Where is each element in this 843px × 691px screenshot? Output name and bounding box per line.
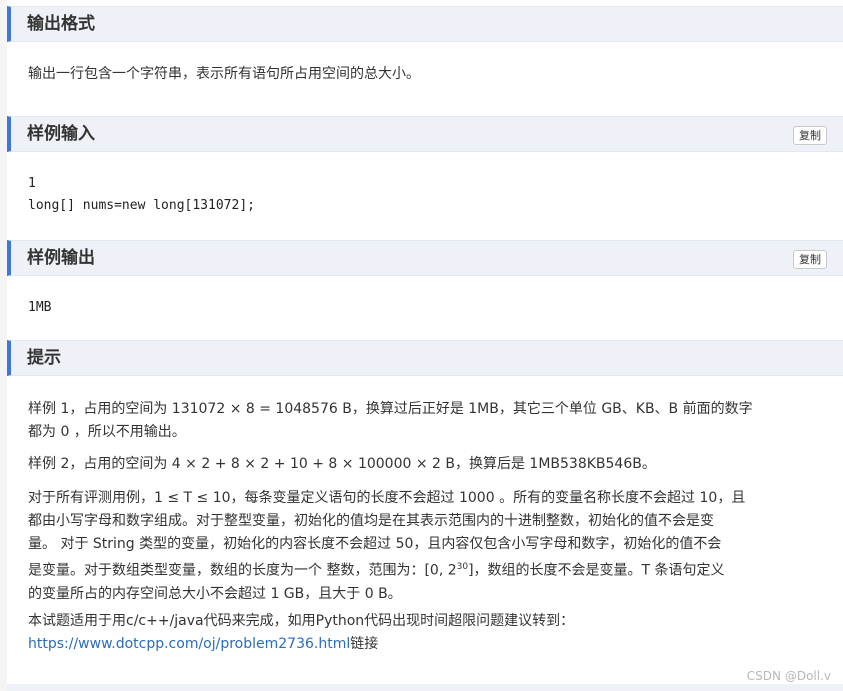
sample-input-header: 样例输入 复制 [7,116,843,152]
copy-input-button[interactable]: 复制 [793,126,827,145]
hint-p3-line-4b: ]，数组的长度不会是变量。T 条语句定义 [468,562,725,579]
hint-p3-line-1: 对于所有评测用例，1 ≤ T ≤ 10，每条变量定义语句的长度不会超过 1000… [28,490,746,506]
hint-p3-line-4: 是变量。对于数组类型变量，数组的长度为一个 整数，范围为：[0, 230]，数组… [28,556,828,583]
hint-p4-line-2: https://www.dotcpp.com/oj/problem2736.ht… [28,633,828,656]
hint-paragraph-3: 对于所有评测用例，1 ≤ T ≤ 10，每条变量定义语句的长度不会超过 1000… [28,487,828,606]
sample-output-code: 1MB [28,300,52,315]
output-format-title: 输出格式 [27,14,95,34]
hint-paragraph-2: 样例 2，占用的空间为 4 × 2 + 8 × 2 + 10 + 8 × 100… [28,456,656,472]
next-section-edge [7,684,843,691]
problem-page: 输出格式 输出一行包含一个字符串，表示所有语句所占用空间的总大小。 样例输入 复… [0,0,843,691]
hint-p1-line-2: 都为 0 ，所以不用输出。 [28,424,186,440]
hint-p3-line-4a: 是变量。对于数组类型变量，数组的长度为一个 整数，范围为：[0, 2 [28,562,457,579]
hint-p3-line-3: 量。 对于 String 类型的变量，初始化的内容长度不会超过 50，且内容仅包… [28,536,722,552]
sample-input-line-2: long[] nums=new long[131072]; [28,198,255,213]
sample-output-header: 样例输出 复制 [7,240,843,276]
hint-p4-line-1: 本试题适用于用c/c++/java代码来完成，如用Python代码出现时间超限问… [28,613,575,629]
hint-paragraph-4: 本试题适用于用c/c++/java代码来完成，如用Python代码出现时间超限问… [28,610,828,656]
problem-link[interactable]: https://www.dotcpp.com/oj/problem2736.ht… [28,636,350,652]
hint-p3-exponent: 30 [456,562,469,572]
hint-p3-line-2: 都由小写字母和数字组成。对于整型变量，初始化的值均是在其表示范围内的十进制整数，… [28,513,714,529]
sample-input-title: 样例输入 [27,124,95,144]
hint-header: 提示 [7,340,843,376]
copy-output-button[interactable]: 复制 [793,250,827,269]
hint-p3-line-5: 的变量所占的内存空间总大小不会超过 1 GB，且大于 0 B。 [28,585,402,602]
hint-title: 提示 [27,348,61,368]
sample-input-code: 1 long[] nums=new long[131072]; [28,173,255,217]
sample-input-line-1: 1 [28,176,36,191]
link-suffix: 链接 [350,636,379,652]
hint-paragraph-1: 样例 1，占用的空间为 131072 × 8 = 1048576 B，换算过后正… [28,398,828,444]
output-format-text: 输出一行包含一个字符串，表示所有语句所占用空间的总大小。 [28,66,420,82]
csdn-watermark: CSDN @Doll.v [746,669,831,683]
output-format-header: 输出格式 [7,6,843,42]
sample-output-title: 样例输出 [27,248,95,268]
left-margin [0,0,7,691]
hint-p1-line-1: 样例 1，占用的空间为 131072 × 8 = 1048576 B，换算过后正… [28,401,753,417]
